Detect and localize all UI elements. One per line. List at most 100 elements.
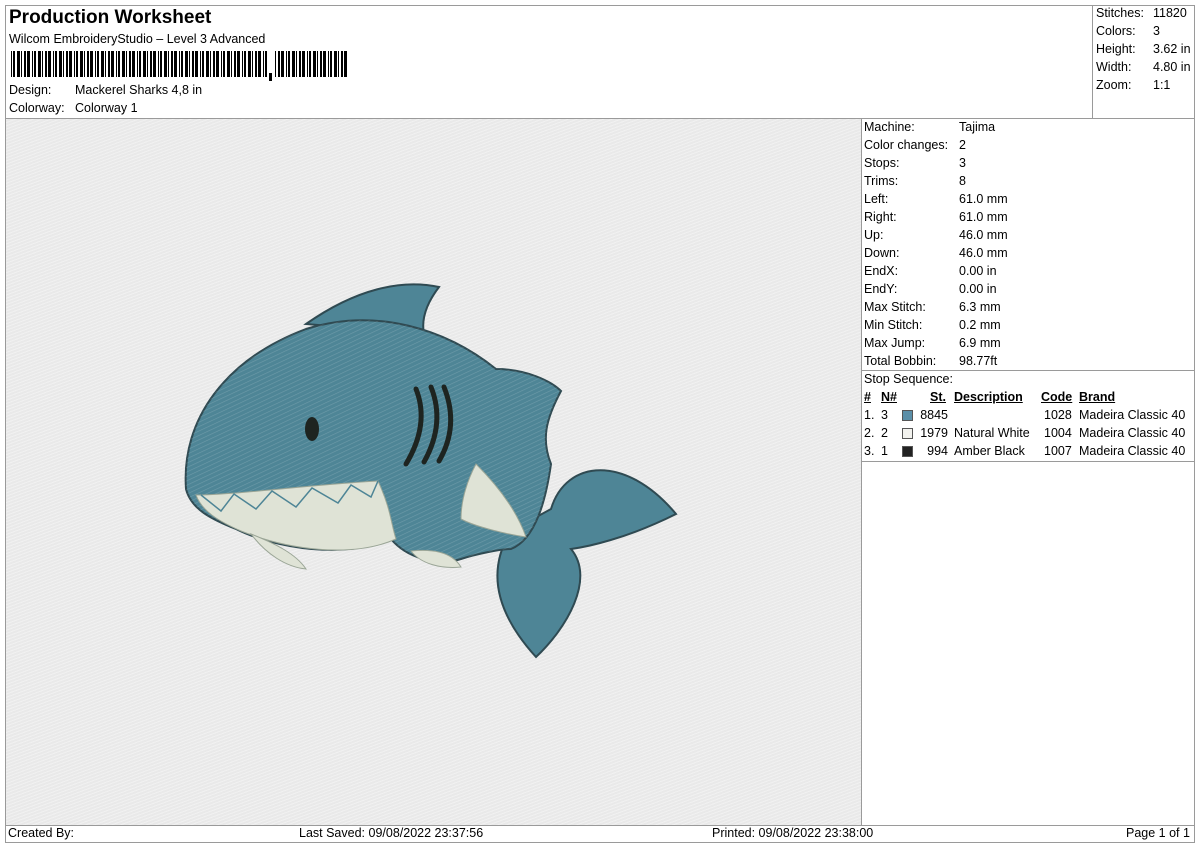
property-row: Up: 46.0 mm — [864, 228, 1008, 242]
property-value: 61.0 mm — [959, 192, 1008, 206]
seq-code: 1028 — [1044, 408, 1072, 422]
property-value: 6.9 mm — [959, 336, 1001, 350]
property-value: 61.0 mm — [959, 210, 1008, 224]
footer-last-saved: Last Saved: 09/08/2022 23:37:56 — [299, 826, 484, 840]
seq-header-brand: Brand — [1079, 390, 1116, 404]
stats-box: Stitches: 11820 Colors: 3 Height: 3.62 in W… — [1092, 5, 1195, 118]
seq-header-st: St. — [930, 390, 946, 404]
stop-sequence-title: Stop Sequence: — [864, 372, 953, 386]
width-value: 4.80 in — [1153, 60, 1191, 74]
property-label: Max Stitch: — [864, 300, 926, 314]
shark-eye — [305, 417, 319, 441]
property-label: EndY: — [864, 282, 898, 296]
seq-brand: Madeira Classic 40 — [1079, 408, 1186, 422]
property-label: Right: — [864, 210, 897, 224]
seq-stitches: 994 — [927, 444, 948, 458]
property-row: Max Jump: 6.9 mm — [864, 336, 1001, 350]
property-row: Min Stitch: 0.2 mm — [864, 318, 1001, 332]
zoom-label: Zoom: — [1096, 78, 1132, 92]
seq-stitches: 1979 — [920, 426, 948, 440]
seq-header-code: Code — [1041, 390, 1073, 404]
footer-created-by: Created By: — [8, 826, 75, 840]
color-swatch — [902, 446, 913, 457]
property-label: Max Jump: — [864, 336, 926, 350]
property-label: Min Stitch: — [864, 318, 923, 332]
seq-num: 3. — [864, 444, 875, 458]
design-label: Design: — [9, 83, 52, 97]
property-label: Left: — [864, 192, 889, 206]
stats-colors: Colors: 3 — [1096, 24, 1160, 38]
property-row: Machine: Tajima — [864, 120, 995, 134]
seq-brand: Madeira Classic 40 — [1079, 444, 1186, 458]
property-value: 6.3 mm — [959, 300, 1001, 314]
colorway-value: Colorway 1 — [75, 101, 138, 115]
property-value: 0.00 in — [959, 264, 997, 278]
stats-width: Width: 4.80 in — [1096, 60, 1191, 74]
seq-header-description: Description — [954, 390, 1023, 404]
colors-value: 3 — [1153, 24, 1160, 38]
software-subtitle: Wilcom EmbroideryStudio – Level 3 Advanc… — [9, 32, 266, 46]
property-value: Tajima — [959, 120, 996, 134]
worksheet-header: Production Worksheet Wilcom EmbroiderySt… — [5, 5, 1092, 118]
seq-header-num: # — [864, 390, 871, 404]
seq-description: Natural White — [954, 426, 1030, 440]
property-label: Color changes: — [864, 138, 949, 152]
property-row: EndY: 0.00 in — [864, 282, 997, 296]
property-label: Stops: — [864, 156, 900, 170]
stats-height: Height: 3.62 in — [1096, 42, 1191, 56]
colorway-label: Colorway: — [9, 101, 65, 115]
footer-page: Page 1 of 1 — [1126, 826, 1190, 840]
seq-description: Amber Black — [954, 444, 1025, 458]
property-row: Left: 61.0 mm — [864, 192, 1008, 206]
property-value: 0.00 in — [959, 282, 997, 296]
property-row: Trims: 8 — [864, 174, 966, 188]
footer-divider — [5, 825, 1195, 826]
property-row: Down: 46.0 mm — [864, 246, 1008, 260]
property-label: Total Bobbin: — [864, 354, 937, 368]
property-row: Max Stitch: 6.3 mm — [864, 300, 1001, 314]
seq-stitches: 8845 — [920, 408, 948, 422]
colorway-row: Colorway: Colorway 1 — [9, 101, 138, 115]
barcode — [11, 51, 347, 81]
property-row: Right: 61.0 mm — [864, 210, 1008, 224]
seq-header-n: N# — [881, 390, 897, 404]
seq-needle: 1 — [881, 444, 888, 458]
zoom-value: 1:1 — [1153, 78, 1171, 92]
width-label: Width: — [1096, 60, 1132, 74]
info-panel: Machine: Tajima Color changes: 2 Stops: 3 Trim… — [862, 119, 1195, 825]
seq-num: 2. — [864, 426, 875, 440]
property-value: 8 — [959, 174, 966, 188]
height-label: Height: — [1096, 42, 1136, 56]
color-swatch — [902, 410, 913, 421]
seq-code: 1004 — [1044, 426, 1072, 440]
stitches-value: 11820 — [1153, 6, 1187, 20]
property-row: Stops: 3 — [864, 156, 966, 170]
property-row: EndX: 0.00 in — [864, 264, 997, 278]
design-preview — [6, 119, 861, 825]
property-value: 3 — [959, 156, 966, 170]
property-row: Color changes: 2 — [864, 138, 966, 152]
property-value: 46.0 mm — [959, 228, 1008, 242]
stats-zoom: Zoom: 1:1 — [1096, 78, 1170, 92]
property-value: 98.77ft — [959, 354, 998, 368]
property-value: 2 — [959, 138, 966, 152]
seq-code: 1007 — [1044, 444, 1072, 458]
stats-stitches: Stitches: 11820 — [1096, 6, 1187, 20]
colors-label: Colors: — [1096, 24, 1136, 38]
shark-illustration — [184, 283, 678, 659]
seq-brand: Madeira Classic 40 — [1079, 426, 1186, 440]
property-label: Machine: — [864, 120, 915, 134]
property-label: Down: — [864, 246, 900, 260]
color-swatch — [902, 428, 913, 439]
seq-needle: 3 — [881, 408, 888, 422]
stitches-label: Stitches: — [1096, 6, 1144, 20]
design-row: Design: Mackerel Sharks 4,8 in — [9, 83, 202, 97]
seq-num: 1. — [864, 408, 875, 422]
property-label: Trims: — [864, 174, 899, 188]
design-value: Mackerel Sharks 4,8 in — [75, 83, 203, 97]
footer-printed: Printed: 09/08/2022 23:38:00 — [712, 826, 874, 840]
page-title: Production Worksheet — [9, 7, 212, 28]
property-label: EndX: — [864, 264, 899, 278]
height-value: 3.62 in — [1153, 42, 1191, 56]
property-value: 0.2 mm — [959, 318, 1001, 332]
